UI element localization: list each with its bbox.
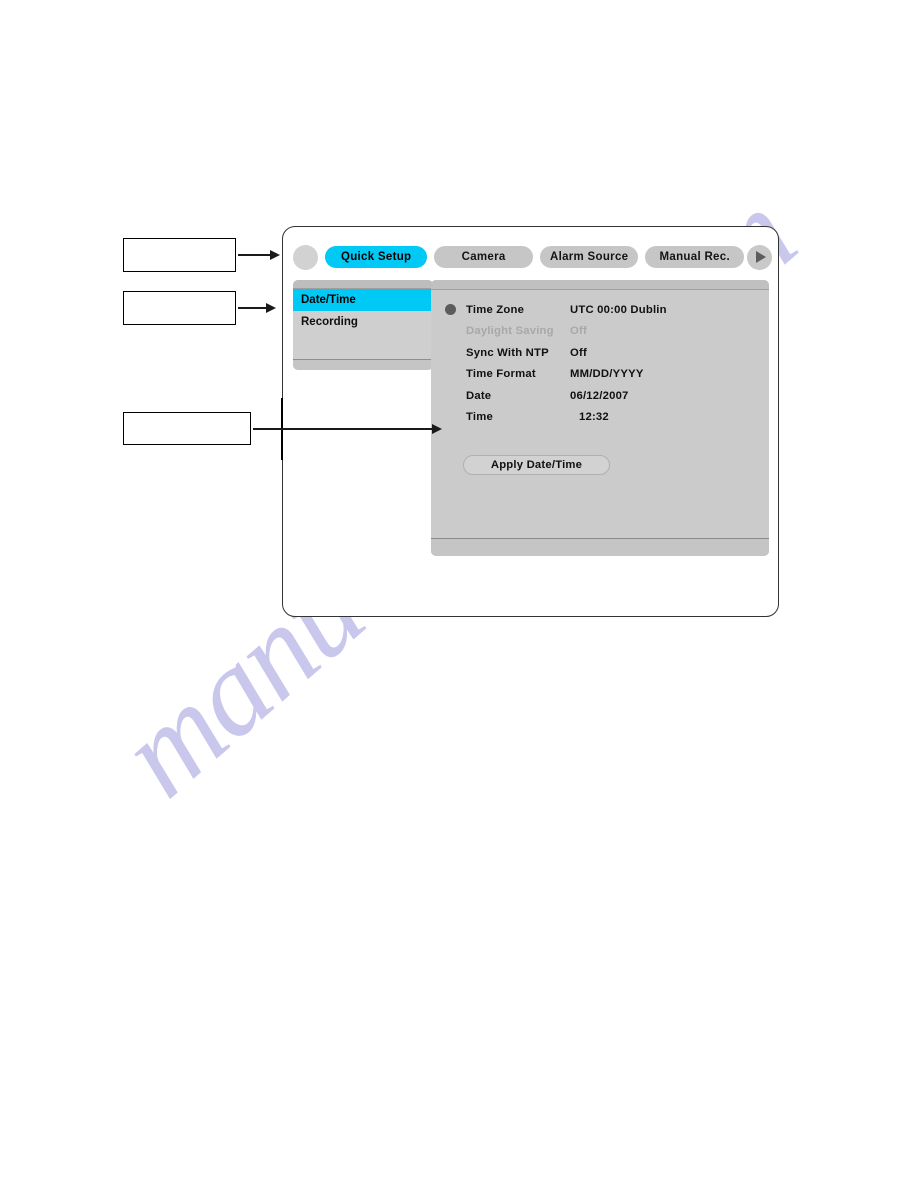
callout-arrow-head-sidebar — [266, 302, 276, 313]
setting-value-sync-with-ntp[interactable]: Off — [570, 347, 587, 359]
sidebar-item-recording[interactable]: Recording — [293, 311, 433, 333]
content-footer-strip — [431, 538, 769, 556]
callout-arrow-head-content — [432, 423, 442, 434]
setting-value-time-format[interactable]: MM/DD/YYYY — [570, 368, 644, 380]
callout-box-content — [123, 412, 251, 445]
sidebar-item-recording-label: Recording — [301, 316, 358, 328]
tab-manual-rec[interactable]: Manual Rec. — [645, 246, 745, 268]
callout-arrow-line-tabs — [238, 254, 272, 256]
sidebar-item-date-time-label: Date/Time — [301, 294, 356, 306]
setting-label-time-zone: Time Zone — [466, 303, 525, 316]
callout-arrow-line-content — [253, 428, 433, 430]
selected-bullet-icon — [445, 304, 456, 316]
setting-label-date: Date — [466, 389, 492, 402]
tab-quick-setup-label: Quick Setup — [340, 251, 412, 263]
tab-camera-label: Camera — [461, 251, 506, 263]
setting-row-time-zone[interactable]: Time Zone UTC 00:00 Dublin — [431, 299, 769, 321]
setting-label-time: Time — [466, 411, 493, 424]
setting-value-time-zone[interactable]: UTC 00:00 Dublin — [570, 304, 667, 316]
content-header-strip — [431, 280, 769, 290]
callout-arrow-line-sidebar — [238, 307, 268, 309]
setting-label-time-format: Time Format — [466, 368, 536, 381]
callout-arrow-head-tabs — [270, 249, 280, 260]
prev-page-circle-icon[interactable] — [293, 244, 318, 270]
sidebar-item-date-time[interactable]: Date/Time — [293, 289, 433, 311]
setting-row-time-format[interactable]: Time Format MM/DD/YYYY — [431, 364, 769, 386]
tab-camera[interactable]: Camera — [434, 246, 533, 268]
sidebar: Date/Time Recording — [293, 280, 433, 370]
setting-row-sync-with-ntp[interactable]: Sync With NTP Off — [431, 342, 769, 364]
tab-bar: Quick Setup Camera Alarm Source Manual R… — [289, 240, 774, 274]
apply-date-time-button-label: Apply Date/Time — [490, 459, 583, 471]
sidebar-footer-strip — [293, 359, 433, 370]
setting-label-sync-with-ntp: Sync With NTP — [466, 346, 549, 359]
setting-row-daylight-saving: Daylight Saving Off — [431, 321, 769, 343]
settings-list: Time Zone UTC 00:00 Dublin Daylight Savi… — [431, 290, 769, 428]
setting-row-time[interactable]: Time 12:32 — [431, 407, 769, 429]
setting-value-daylight-saving: Off — [570, 325, 587, 338]
tab-alarm-source[interactable]: Alarm Source — [539, 246, 639, 268]
tab-quick-setup[interactable]: Quick Setup — [325, 246, 428, 268]
callout-box-tabs — [123, 238, 236, 272]
setting-value-date[interactable]: 06/12/2007 — [570, 390, 629, 402]
triangle-right-icon — [756, 251, 767, 263]
next-page-button[interactable] — [747, 244, 773, 270]
callout-box-sidebar — [123, 291, 236, 325]
apply-date-time-button[interactable]: Apply Date/Time — [463, 455, 610, 475]
device-setup-dialog: Quick Setup Camera Alarm Source Manual R… — [282, 226, 779, 617]
setting-label-daylight-saving: Daylight Saving — [466, 325, 554, 338]
tab-alarm-source-label: Alarm Source — [549, 251, 629, 263]
sidebar-header-strip — [293, 280, 433, 289]
setting-value-time[interactable]: 12:32 — [570, 411, 609, 423]
tab-manual-rec-label: Manual Rec. — [659, 251, 730, 263]
setting-row-date[interactable]: Date 06/12/2007 — [431, 385, 769, 407]
selection-bullet-slot — [445, 304, 466, 316]
content-panel: Time Zone UTC 00:00 Dublin Daylight Savi… — [431, 280, 769, 556]
